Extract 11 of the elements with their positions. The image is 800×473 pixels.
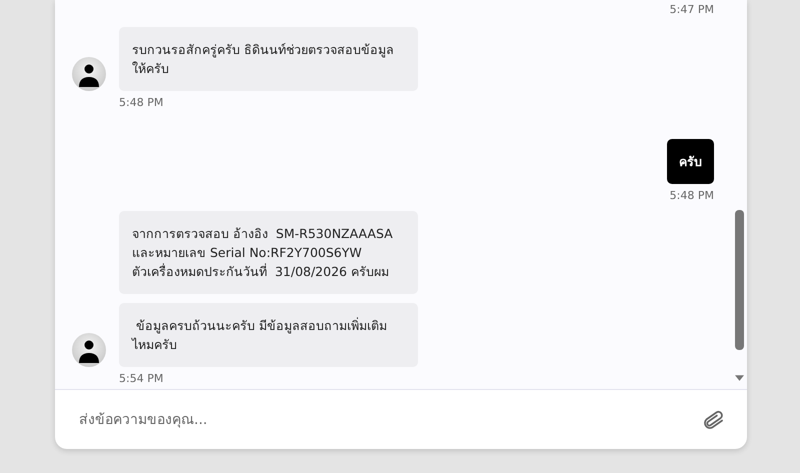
message-input[interactable]: ส่งข้อความของคุณ... [79, 408, 701, 432]
scroll-down-icon[interactable] [735, 375, 744, 381]
message-bubble: ครับ [667, 139, 714, 184]
message-time: 5:48 PM [670, 189, 714, 202]
message-time: 5:54 PM [119, 372, 164, 385]
message-bubble: รบกวนรอสักครู่ครับ ธิดินนท์ช่วยตรวจสอบข้อมูลให้ครับ [119, 27, 418, 91]
message-bubble: ข้อมูลครบถ้วนนะครับ มีข้อมูลสอบถามเพิ่มเติมไหมครับ [119, 303, 418, 367]
scrollbar-thumb[interactable] [735, 210, 744, 350]
message-time: 5:48 PM [119, 96, 164, 109]
message-time: 5:47 PM [670, 5, 714, 15]
message-bubble: จากการตรวจสอบ อ้างอิง SM-R530NZAAASA และหมายเลข Serial No:RF2Y700S6YW ตัวเครื่องหมดประกันวันที่ 31/08/2026 ครับผม [119, 211, 418, 294]
